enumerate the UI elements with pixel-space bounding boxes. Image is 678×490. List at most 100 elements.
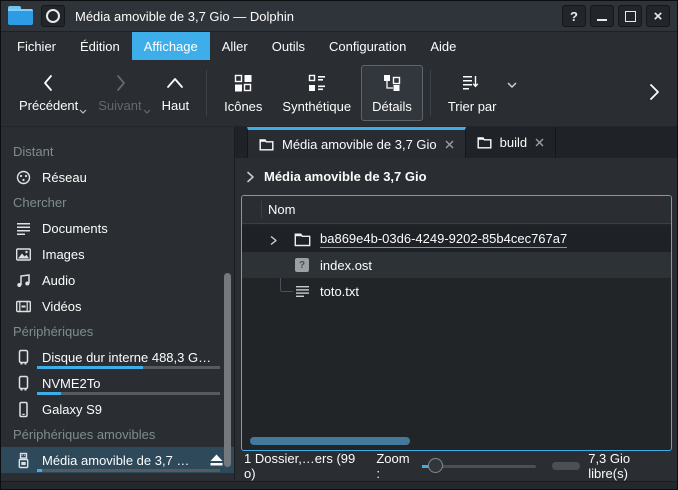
menu-aide[interactable]: Aide (418, 32, 468, 60)
horizontal-scrollbar[interactable] (250, 437, 410, 445)
tab-close-button[interactable] (445, 140, 454, 149)
details-view-button[interactable]: Détails (361, 65, 423, 121)
minimize-button[interactable] (590, 5, 614, 27)
free-space-capacity-bar (552, 462, 580, 470)
usb-drive-icon (14, 452, 33, 469)
tabbar-empty-area[interactable] (556, 127, 677, 158)
tabbar: Média amovible de 3,7 Gio build (235, 127, 677, 158)
file-row-index-ost[interactable]: ? index.ost (242, 252, 671, 278)
expand-chevron-icon[interactable] (269, 235, 278, 246)
back-button[interactable]: Précédent (9, 65, 88, 121)
sidebar-scrollbar[interactable] (224, 273, 231, 467)
menu-configuration[interactable]: Configuration (317, 32, 418, 60)
sidebar-item-label: Vidéos (42, 299, 82, 314)
close-icon: × (654, 9, 663, 24)
toolbar-separator (430, 70, 431, 116)
sidebar-item-media-amovible[interactable]: Média amovible de 3,7 … (1, 447, 234, 473)
sort-by-button[interactable]: Trier par (438, 65, 507, 121)
main-area: Distant Réseau Chercher Documents Images (1, 127, 677, 481)
caret-down-icon (143, 109, 151, 114)
sidebar-item-label: Média amovible de 3,7 … (42, 453, 189, 468)
sidebar-item-videos[interactable]: Vidéos (1, 293, 234, 319)
disk-usage-bar (37, 366, 220, 369)
icons-view-icon (233, 73, 253, 93)
chevron-right-icon (647, 82, 661, 102)
sidebar-item-documents[interactable]: Documents (1, 215, 234, 241)
column-header-row[interactable]: Nom (242, 196, 671, 224)
app-badge-icon (46, 9, 60, 23)
menu-edition[interactable]: Édition (68, 32, 132, 60)
column-header-nom[interactable]: Nom (242, 202, 295, 217)
compact-view-icon (307, 73, 327, 93)
sort-caret-down-icon[interactable] (506, 81, 518, 89)
compact-view-button[interactable]: Synthétique (272, 65, 361, 121)
dolphin-window: Média amovible de 3,7 Gio — Dolphin ? × … (0, 0, 678, 490)
tab-media-amovible[interactable]: Média amovible de 3,7 Gio (247, 127, 466, 158)
up-button[interactable]: Haut (152, 65, 199, 121)
chevron-up-icon (164, 74, 186, 92)
zoom-slider-handle[interactable] (428, 458, 443, 473)
icons-view-button[interactable]: Icônes (214, 65, 272, 121)
help-icon: ? (570, 9, 578, 24)
zoom-slider[interactable] (422, 458, 536, 474)
section-peripheriques-amovibles: Périphériques amovibles (1, 422, 234, 447)
sidebar-item-reseau[interactable]: Réseau (1, 164, 234, 190)
help-button[interactable]: ? (562, 5, 586, 27)
breadcrumb[interactable]: Média amovible de 3,7 Gio (235, 158, 677, 195)
forward-label: Suivant (98, 98, 141, 113)
tab-label: Média amovible de 3,7 Gio (282, 137, 437, 152)
sidebar-item-audio[interactable]: Audio (1, 267, 234, 293)
eject-button[interactable] (209, 453, 224, 467)
section-chercher: Chercher (1, 190, 234, 215)
chevron-right-icon (109, 74, 131, 92)
file-row-toto-txt[interactable]: toto.txt (242, 278, 671, 304)
network-icon (14, 169, 33, 186)
window-bottom-edge[interactable] (1, 481, 677, 489)
menu-affichage[interactable]: Affichage (132, 32, 210, 60)
sidebar-item-disque-dur-interne[interactable]: Disque dur interne 488,3 G… (1, 344, 234, 370)
maximize-button[interactable] (618, 5, 642, 27)
icons-view-label: Icônes (224, 99, 262, 114)
zoom-label: Zoom : (376, 451, 414, 481)
caret-down-icon (79, 109, 87, 114)
window-menu-button[interactable] (41, 5, 65, 27)
file-name: ba869e4b-03d6-4249-9202-85b4cec767a7 (320, 231, 567, 248)
tab-build[interactable]: build (466, 127, 556, 158)
sort-by-label: Trier par (448, 99, 497, 114)
sidebar-item-label: Audio (42, 273, 75, 288)
tab-close-button[interactable] (535, 138, 544, 147)
menu-aller[interactable]: Aller (210, 32, 260, 60)
text-file-icon (293, 285, 311, 298)
sidebar-item-images[interactable]: Images (1, 241, 234, 267)
section-peripheriques: Périphériques (1, 319, 234, 344)
forward-button[interactable]: Suivant (88, 65, 151, 121)
toolbar-overflow-button[interactable] (647, 82, 669, 105)
sidebar-item-label: Images (42, 247, 85, 262)
sort-icon (461, 73, 483, 93)
file-row-folder[interactable]: ba869e4b-03d6-4249-9202-85b4cec767a7 (242, 226, 671, 252)
folder-icon (259, 138, 274, 151)
sidebar-item-label: Documents (42, 221, 108, 236)
menu-fichier[interactable]: Fichier (5, 32, 68, 60)
file-rows: ba869e4b-03d6-4249-9202-85b4cec767a7 ? i… (242, 224, 671, 450)
audio-icon (14, 272, 33, 289)
disk-usage-bar (37, 392, 220, 395)
breadcrumb-location[interactable]: Média amovible de 3,7 Gio (264, 169, 427, 184)
sidebar-item-label: NVME2To (42, 376, 101, 391)
sidebar-item-label: Galaxy S9 (42, 402, 102, 417)
close-icon (535, 138, 544, 147)
eject-icon (209, 453, 224, 467)
up-label: Haut (162, 98, 189, 113)
file-name: index.ost (320, 258, 372, 273)
sidebar-item-galaxy-s9[interactable]: Galaxy S9 (1, 396, 234, 422)
titlebar[interactable]: Média amovible de 3,7 Gio — Dolphin ? × (1, 1, 677, 32)
sidebar-item-nvme2to[interactable]: NVME2To (1, 370, 234, 396)
toolbar-separator (206, 70, 207, 116)
documents-icon (14, 220, 33, 237)
details-view-label: Détails (372, 99, 412, 114)
content-column: Média amovible de 3,7 Gio build Mé (235, 127, 677, 481)
close-button[interactable]: × (646, 5, 670, 27)
details-view-icon (382, 73, 402, 93)
harddisk-icon (14, 375, 33, 392)
menu-outils[interactable]: Outils (260, 32, 317, 60)
